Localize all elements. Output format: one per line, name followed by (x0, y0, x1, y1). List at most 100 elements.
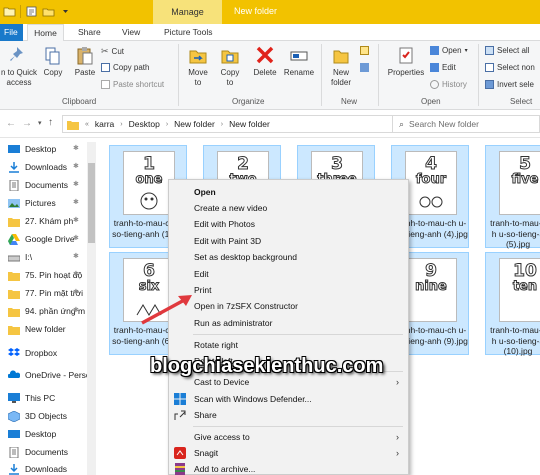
nav-item-dropbox[interactable]: Dropbox (0, 344, 96, 362)
move-to-label: Move (188, 68, 208, 77)
menu-item-scan-defender[interactable]: Scan with Windows Defender... (169, 391, 408, 407)
nav-item-desktop-pc[interactable]: Desktop (0, 425, 96, 443)
nav-item-folder[interactable]: 94. phần ứng m ✱ (0, 302, 96, 320)
chevron-right-icon[interactable]: › (221, 121, 223, 128)
select-all-icon (485, 46, 494, 55)
nav-item-pictures[interactable]: Pictures ✱ (0, 194, 96, 212)
paste-shortcut-button[interactable]: Paste shortcut (101, 80, 164, 89)
back-arrow-icon[interactable]: ← (6, 118, 16, 129)
nav-item-downloads-pc[interactable]: Downloads (0, 460, 96, 475)
select-none-button[interactable]: Select non (485, 63, 535, 72)
menu-item-create-video[interactable]: Create a new video (169, 200, 408, 216)
copy-to-button[interactable]: Copy to (216, 45, 244, 88)
nav-item-this-pc[interactable]: This PC (0, 389, 96, 407)
menu-item-share[interactable]: Share (169, 407, 408, 423)
copy-path-button[interactable]: Copy path (101, 63, 149, 72)
tab-home[interactable]: Home (27, 24, 64, 41)
nav-item-desktop[interactable]: Desktop ✱ (0, 140, 96, 158)
easy-access-button[interactable] (360, 63, 369, 72)
up-arrow-icon[interactable]: ↑ (48, 117, 53, 128)
address-box[interactable]: « karra › Desktop › New folder › New fol… (62, 115, 402, 133)
history-button[interactable]: History (430, 80, 467, 89)
nav-item-google-drive[interactable]: Google Drive ✱ (0, 230, 96, 248)
quick-properties-icon[interactable] (25, 5, 38, 18)
invert-selection-button[interactable]: Invert sele (485, 80, 534, 89)
select-all-button[interactable]: Select all (485, 46, 529, 55)
menu-item-print[interactable]: Print (169, 282, 408, 298)
folder-icon (8, 307, 20, 317)
nav-label: New folder (25, 324, 66, 334)
menu-item-edit-photos[interactable]: Edit with Photos (169, 216, 408, 232)
breadcrumb-desktop[interactable]: Desktop (129, 119, 160, 129)
menu-separator (193, 334, 403, 335)
copy-button[interactable]: Copy (40, 45, 66, 78)
watermark-text: blogchiasekienthuc.com (150, 355, 384, 377)
3d-objects-icon (8, 410, 20, 422)
tab-view[interactable]: View (118, 24, 144, 41)
manage-context-tab[interactable]: Manage (153, 0, 222, 24)
menu-item-edit[interactable]: Edit (169, 266, 408, 282)
new-folder-quick-icon[interactable] (42, 5, 55, 18)
context-menu: Open Create a new video Edit with Photos… (168, 179, 409, 475)
open-button[interactable]: Open ▾ (430, 46, 468, 55)
nav-item-onedrive[interactable]: OneDrive - Perso (0, 366, 96, 384)
chevron-overflow-icon[interactable]: « (85, 121, 89, 128)
nav-item-3d-objects[interactable]: 3D Objects (0, 407, 96, 425)
menu-item-set-background[interactable]: Set as desktop background (169, 249, 408, 265)
search-input[interactable]: ⌕ Search New folder (392, 115, 540, 133)
menu-item-add-archive[interactable]: Add to archive... (169, 461, 408, 475)
forward-arrow-icon[interactable]: → (22, 118, 32, 129)
new-folder-button[interactable]: New folder (326, 45, 356, 88)
nav-item-new-folder[interactable]: New folder (0, 320, 96, 338)
file-tile[interactable]: 5 five tranh-to-mau-ch u-so-tieng-a (5).… (485, 145, 540, 249)
menu-item-snagit[interactable]: Snagit › (169, 445, 408, 461)
nav-item-drive-i[interactable]: I:\ ✱ (0, 248, 96, 266)
select-all-label: Select all (497, 46, 530, 55)
address-bar-row: ← → ▾ ↑ « karra › Desktop › New folder ›… (0, 110, 540, 138)
menu-item-run-admin[interactable]: Run as administrator (169, 315, 408, 331)
documents-icon (9, 446, 19, 458)
breadcrumb-new-folder-current[interactable]: New folder (229, 119, 270, 129)
menu-item-rotate-right[interactable]: Rotate right (169, 337, 408, 353)
file-tile[interactable]: 10 ten tranh-to-mau-ch u-so-tieng-a (10)… (485, 252, 540, 356)
nav-label: Documents (25, 447, 68, 457)
cut-button[interactable]: ✂ Cut (101, 46, 124, 57)
snagit-icon (174, 447, 186, 459)
recent-locations-icon[interactable]: ▾ (38, 119, 42, 127)
chevron-right-icon[interactable]: › (120, 121, 122, 128)
tab-file[interactable]: File (0, 24, 23, 41)
paste-label: Paste (74, 68, 96, 77)
nav-item-documents-pc[interactable]: Documents (0, 443, 96, 461)
breadcrumb-new-folder[interactable]: New folder (174, 119, 215, 129)
delete-button[interactable]: Delete (250, 45, 280, 78)
nav-item-downloads[interactable]: Downloads ✱ (0, 158, 96, 176)
edit-button[interactable]: Edit (430, 63, 456, 72)
nav-item-documents[interactable]: Documents ✱ (0, 176, 96, 194)
easy-access-icon (360, 63, 369, 72)
menu-item-give-access[interactable]: Give access to › (169, 429, 408, 445)
rename-icon (290, 51, 308, 61)
image-thumbnail: 5 five (499, 151, 540, 215)
rename-button[interactable]: Rename (282, 45, 316, 78)
edit-label: Edit (442, 63, 456, 72)
new-item-button[interactable] (360, 46, 369, 55)
nav-scrollbar-thumb[interactable] (88, 163, 95, 243)
nav-item-folder[interactable]: 77. Pin mặt trời ✱ (0, 284, 96, 302)
properties-button[interactable]: Properties (385, 45, 427, 78)
history-icon (430, 80, 439, 89)
pin-quick-access-button[interactable]: n to Quick access (0, 45, 38, 88)
menu-item-open[interactable]: Open (169, 184, 408, 200)
thumbnail-number: 3 (331, 154, 344, 175)
menu-item-open-7zsfx[interactable]: Open in 7zSFX Constructor (169, 298, 408, 314)
tab-share[interactable]: Share (74, 24, 105, 41)
chevron-right-icon[interactable]: › (166, 121, 168, 128)
paste-button[interactable]: Paste (72, 45, 98, 78)
nav-item-folder[interactable]: 75. Pin hoạt độ ✱ (0, 266, 96, 284)
move-to-button[interactable]: Move to (184, 45, 212, 88)
menu-label: Add to archive... (194, 464, 256, 474)
customize-toolbar-icon[interactable] (59, 5, 72, 18)
menu-item-edit-paint3d[interactable]: Edit with Paint 3D (169, 233, 408, 249)
nav-item-folder[interactable]: 27. Khám ph ✱ (0, 212, 96, 230)
tab-picture-tools[interactable]: Picture Tools (160, 24, 217, 41)
breadcrumb-karra[interactable]: karra (95, 119, 114, 129)
